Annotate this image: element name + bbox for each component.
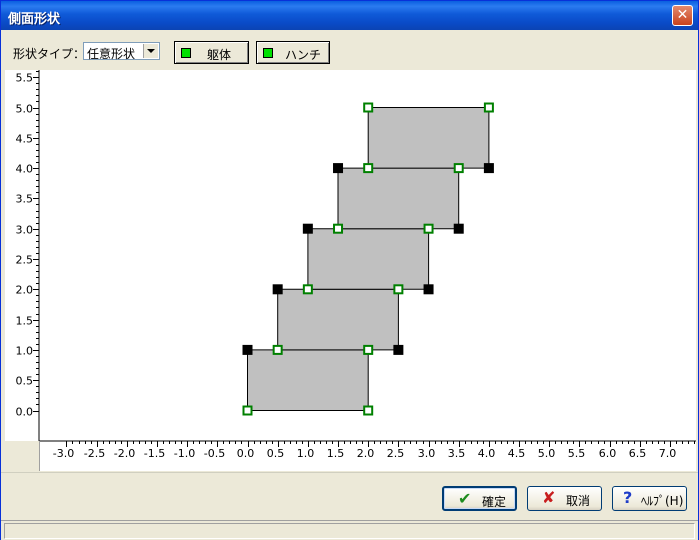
title-bar[interactable]: 側面形状 ✕ (1, 1, 698, 30)
open-node (363, 102, 374, 113)
x-tick-label: 5.5 (568, 447, 586, 460)
body-button-label: 躯体 (207, 48, 232, 62)
x-tick-label: -2.0 (114, 447, 135, 460)
solid-node (423, 284, 434, 295)
y-tick-label: 4.5 (16, 133, 34, 146)
x-tick-label: 2.0 (357, 447, 375, 460)
open-node (423, 223, 434, 234)
y-tick-label: 5.5 (16, 72, 34, 85)
solid-node (393, 344, 404, 355)
close-icon[interactable]: ✕ (672, 5, 693, 26)
help-button-label: ﾍﾙﾌﾟ(H) (641, 494, 684, 508)
ok-button[interactable]: ✔ 確定 (442, 486, 517, 511)
x-tick-label: 1.0 (297, 447, 315, 460)
shape-polygon (307, 228, 430, 290)
solid-node (483, 163, 494, 174)
haunch-indicator-icon (263, 48, 273, 58)
button-bar: ✔ 確定 ✘ 取消 ? ﾍﾙﾌﾟ(H) (1, 472, 698, 521)
open-node (242, 405, 253, 416)
shape-plot-area[interactable]: -3.0 -2.5 -2.0 -1.5 -1.0 -0.5 0.0 0.5 1.0 1.5 2.0 2… (5, 70, 696, 471)
question-icon: ? (623, 488, 633, 507)
y-tick-label: 5.0 (16, 103, 34, 116)
x-tick-label: 0.5 (267, 447, 285, 460)
cancel-button-label: 取消 (566, 494, 591, 508)
shape-type-value: 任意形状 (87, 47, 136, 61)
y-tick-label: 1.0 (16, 345, 34, 358)
x-tick-label: -1.5 (144, 447, 165, 460)
solid-node (242, 344, 253, 355)
solid-node (272, 284, 283, 295)
haunch-button[interactable]: ハンチ (256, 41, 330, 64)
haunch-button-label: ハンチ (285, 48, 322, 62)
shape-polygon (337, 167, 460, 230)
open-node (272, 344, 283, 355)
x-tick-label: 2.5 (387, 447, 405, 460)
y-tick-label: 3.0 (16, 224, 34, 237)
window-title: 側面形状 (8, 12, 61, 27)
x-tick-label: 0.0 (237, 447, 255, 460)
status-bar (1, 520, 698, 540)
x-tick-label: 7.0 (659, 447, 677, 460)
open-node (333, 223, 344, 234)
solid-node (333, 163, 344, 174)
x-tick-label: 1.5 (327, 447, 345, 460)
shape-type-label: 形状タイプ： (13, 47, 86, 61)
help-button[interactable]: ? ﾍﾙﾌﾟ(H) (612, 486, 687, 511)
y-tick-label: 4.0 (16, 163, 34, 176)
x-tick-label: 6.0 (599, 447, 617, 460)
shape-type-select[interactable]: 任意形状 (83, 42, 160, 61)
open-node (483, 102, 494, 113)
status-pane (4, 523, 695, 539)
x-tick-label: -2.5 (84, 447, 105, 460)
open-node (453, 163, 464, 174)
body-button[interactable]: 躯体 (174, 41, 249, 64)
x-tick-label: -1.0 (174, 447, 195, 460)
x-tick-label: 4.5 (508, 447, 526, 460)
y-tick-label: 3.5 (16, 193, 34, 206)
shape-chart[interactable]: -3.0 -2.5 -2.0 -1.5 -1.0 -0.5 0.0 0.5 1.0 1.5 2.0 2… (5, 70, 696, 471)
open-node (363, 405, 374, 416)
cancel-button[interactable]: ✘ 取消 (527, 486, 602, 511)
open-node (363, 344, 374, 355)
open-node (393, 284, 404, 295)
solid-node (453, 223, 464, 234)
x-tick-label: 4.0 (478, 447, 496, 460)
toolbar: 形状タイプ： 任意形状 躯体 ハンチ (1, 30, 698, 70)
shape-polygon (247, 349, 369, 411)
open-node (363, 163, 374, 174)
y-tick-label: 1.5 (16, 315, 34, 328)
shape-polygon (277, 288, 399, 351)
open-node (302, 284, 313, 295)
dialog-window: 側面形状 ✕ 形状タイプ： 任意形状 躯体 ハンチ -3.0 -2.5 -2.0 -1… (0, 0, 699, 540)
x-tick-label: 3.5 (448, 447, 466, 460)
axis-corner (5, 441, 40, 471)
y-tick-label: 0.0 (16, 406, 34, 419)
x-icon: ✘ (542, 488, 556, 507)
x-tick-label: 6.5 (629, 447, 647, 460)
x-tick-label: 3.0 (418, 447, 436, 460)
body-indicator-icon (181, 48, 191, 58)
y-tick-label: 2.0 (16, 284, 34, 297)
x-tick-label: -0.5 (204, 447, 225, 460)
x-tick-label: -3.0 (53, 447, 74, 460)
check-icon: ✔ (458, 489, 472, 508)
x-tick-label: 5.0 (538, 447, 556, 460)
y-tick-label: 2.5 (16, 254, 34, 267)
chevron-down-icon[interactable] (143, 44, 158, 58)
solid-node (302, 223, 313, 234)
shape-polygon (367, 107, 490, 169)
ok-button-label: 確定 (482, 495, 507, 509)
y-tick-label: 0.5 (16, 375, 34, 388)
